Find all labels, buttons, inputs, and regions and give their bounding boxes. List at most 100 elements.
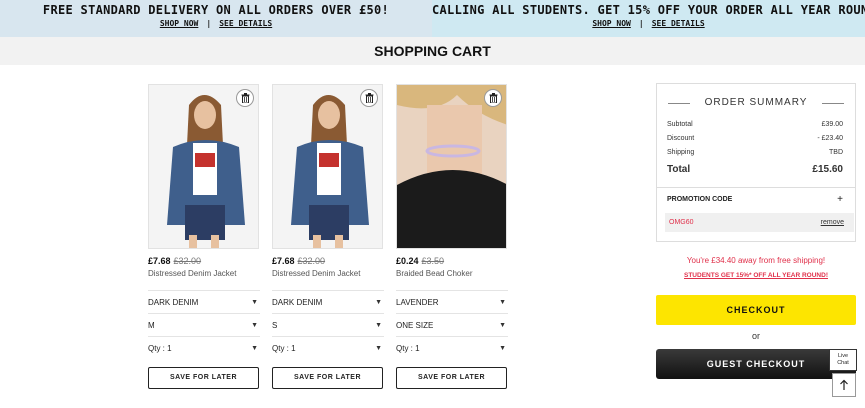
caret-down-icon: ▼ — [251, 345, 258, 352]
guest-checkout-button[interactable]: GUEST CHECKOUT — [656, 349, 856, 379]
page-title: SHOPPING CART — [374, 43, 491, 59]
live-chat-label-line2: Chat — [837, 360, 849, 366]
free-shipping-prefix: You're — [686, 256, 712, 265]
quantity-select[interactable]: Qty : 1 ▼ — [396, 336, 508, 359]
item-name: Distressed Denim Jacket — [148, 269, 237, 278]
size-select[interactable]: M ▼ — [148, 313, 260, 336]
promo-banner-delivery: FREE STANDARD DELIVERY ON ALL ORDERS OVE… — [0, 0, 432, 37]
applied-promo-code: OMG60 remove — [665, 213, 854, 232]
promo-banner-students: CALLING ALL STUDENTS. GET 15% OFF YOUR O… — [432, 0, 865, 37]
item-original-price: £32.00 — [173, 256, 202, 266]
caret-down-icon: ▼ — [499, 322, 506, 329]
trash-icon — [241, 93, 249, 103]
product-image-denim-jacket[interactable] — [272, 84, 383, 249]
caret-down-icon: ▼ — [251, 322, 258, 329]
total-value: £15.60 — [812, 164, 843, 175]
item-price: £7.68 — [272, 256, 295, 266]
subtotal-value: £39.00 — [821, 121, 843, 128]
subtotal-row: Subtotal £39.00 — [667, 118, 843, 132]
cart-item: £7.68 £32.00 Distressed Denim Jacket DARK… — [148, 84, 260, 389]
page-title-bar: SHOPPING CART — [0, 37, 865, 65]
order-summary-title: ORDER SUMMARY — [657, 97, 855, 109]
remove-item-button[interactable] — [236, 89, 254, 107]
caret-down-icon: ▼ — [375, 345, 382, 352]
discount-label: Discount — [667, 135, 695, 142]
color-value: DARK DENIM — [148, 298, 199, 307]
item-price: £7.68 — [148, 256, 171, 266]
item-original-price: £32.00 — [297, 256, 326, 266]
free-shipping-amount: £34.40 — [711, 256, 736, 265]
save-for-later-button[interactable]: SAVE FOR LATER — [396, 367, 507, 389]
promo-delivery-shop-now-link[interactable]: SHOP NOW — [160, 19, 199, 28]
size-value: S — [272, 321, 278, 330]
promo-students-headline: CALLING ALL STUDENTS. GET 15% OFF YOUR O… — [432, 3, 865, 17]
remove-item-button[interactable] — [484, 89, 502, 107]
discount-row: Discount - £23.40 — [667, 132, 843, 146]
scroll-to-top-button[interactable] — [832, 373, 856, 397]
product-image-denim-jacket[interactable] — [148, 84, 259, 249]
save-for-later-button[interactable]: SAVE FOR LATER — [272, 367, 383, 389]
quantity-value: Qty : 1 — [272, 344, 296, 353]
promotion-code-label: PROMOTION CODE — [667, 196, 733, 203]
shipping-value: TBD — [829, 149, 843, 156]
caret-down-icon: ▼ — [499, 299, 506, 306]
denim-jacket-photo-icon — [273, 85, 382, 248]
item-name: Distressed Denim Jacket — [272, 269, 361, 278]
item-name: Braided Bead Choker — [396, 269, 473, 278]
total-label: Total — [667, 164, 691, 175]
size-select[interactable]: S ▼ — [272, 313, 384, 336]
promo-delivery-headline: FREE STANDARD DELIVERY ON ALL ORDERS OVE… — [42, 3, 390, 17]
checkout-button[interactable]: CHECKOUT — [656, 295, 856, 325]
arrow-up-icon — [840, 379, 848, 390]
quantity-value: Qty : 1 — [148, 344, 172, 353]
promo-students-see-details-link[interactable]: SEE DETAILS — [652, 19, 705, 28]
students-discount-link[interactable]: STUDENTS GET 15%* OFF ALL YEAR ROUND! — [656, 272, 856, 279]
shipping-row: Shipping TBD — [667, 146, 843, 160]
color-value: LAVENDER — [396, 298, 439, 307]
product-image-choker[interactable] — [396, 84, 507, 249]
total-row: Total £15.60 — [667, 161, 843, 179]
discount-value: - £23.40 — [817, 135, 843, 142]
color-select[interactable]: DARK DENIM ▼ — [272, 290, 384, 313]
size-select[interactable]: ONE SIZE ▼ — [396, 313, 508, 336]
item-price: £0.24 — [396, 256, 419, 266]
choker-photo-icon — [397, 85, 506, 248]
color-select[interactable]: LAVENDER ▼ — [396, 290, 508, 313]
caret-down-icon: ▼ — [375, 322, 382, 329]
remove-promo-link[interactable]: remove — [821, 213, 844, 232]
denim-jacket-photo-icon — [149, 85, 258, 248]
order-summary: ORDER SUMMARY Subtotal £39.00 Discount - £… — [656, 83, 856, 242]
promo-delivery-see-details-link[interactable]: SEE DETAILS — [219, 19, 272, 28]
color-value: DARK DENIM — [272, 298, 323, 307]
shipping-label: Shipping — [667, 149, 695, 156]
plus-icon: + — [837, 194, 843, 205]
caret-down-icon: ▼ — [499, 345, 506, 352]
free-shipping-message: You're £34.40 away from free shipping! — [656, 256, 856, 265]
save-for-later-button[interactable]: SAVE FOR LATER — [148, 367, 259, 389]
live-chat-button[interactable]: Live Chat — [829, 349, 857, 371]
color-select[interactable]: DARK DENIM ▼ — [148, 290, 260, 313]
size-value: ONE SIZE — [396, 321, 434, 330]
item-original-price: £3.50 — [421, 256, 445, 266]
summary-divider — [657, 187, 855, 188]
promo-students-separator: | — [638, 19, 644, 28]
caret-down-icon: ▼ — [375, 299, 382, 306]
caret-down-icon: ▼ — [251, 299, 258, 306]
remove-item-button[interactable] — [360, 89, 378, 107]
promo-delivery-separator: | — [206, 19, 212, 28]
cart-item: £0.24 £3.50 Braided Bead Choker LAVENDER ▼… — [396, 84, 508, 389]
cart-item: £7.68 £32.00 Distressed Denim Jacket DARK… — [272, 84, 384, 389]
promo-students-shop-now-link[interactable]: SHOP NOW — [592, 19, 631, 28]
size-value: M — [148, 321, 155, 330]
promo-code-value: OMG60 — [669, 219, 694, 226]
quantity-select[interactable]: Qty : 1 ▼ — [272, 336, 384, 359]
live-chat-label-line1: Live — [837, 353, 849, 359]
or-separator: or — [751, 331, 760, 341]
trash-icon — [365, 93, 373, 103]
quantity-select[interactable]: Qty : 1 ▼ — [148, 336, 260, 359]
trash-icon — [489, 93, 497, 103]
quantity-value: Qty : 1 — [396, 344, 420, 353]
free-shipping-suffix: away from free shipping! — [735, 256, 826, 265]
subtotal-label: Subtotal — [667, 121, 693, 128]
promotion-code-toggle[interactable]: PROMOTION CODE + — [667, 194, 843, 206]
